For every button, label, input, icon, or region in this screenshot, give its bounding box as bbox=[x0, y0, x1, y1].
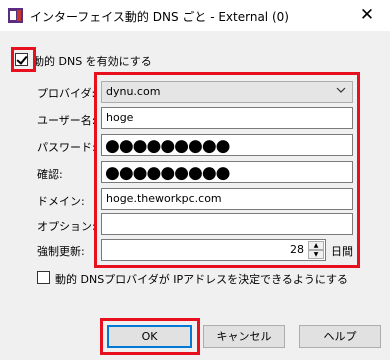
provider-value: dynu.com bbox=[106, 85, 161, 98]
close-icon[interactable]: ✕ bbox=[344, 0, 390, 31]
provider-ip-checkbox[interactable] bbox=[37, 271, 50, 284]
domain-value: hoge.theworkpc.com bbox=[106, 192, 222, 205]
password-value: ●●●●●●●●● bbox=[105, 136, 231, 156]
chevron-down-icon bbox=[336, 87, 346, 93]
username-field[interactable]: hoge bbox=[101, 107, 353, 129]
username-label: ユーザー名: bbox=[37, 114, 96, 127]
options-field[interactable] bbox=[101, 213, 353, 235]
help-button[interactable]: ヘルプ bbox=[299, 325, 381, 348]
force-update-value: 28 bbox=[290, 243, 304, 256]
force-update-label: 強制更新: bbox=[37, 245, 85, 258]
spin-buttons: ▲ ▼ bbox=[308, 241, 324, 259]
password-field[interactable]: ●●●●●●●●● bbox=[101, 134, 353, 156]
confirm-label: 確認: bbox=[37, 168, 63, 181]
domain-field[interactable]: hoge.theworkpc.com bbox=[101, 188, 353, 210]
window-title: インターフェイス動的 DNS ごと - External (0) bbox=[30, 10, 289, 24]
app-icon bbox=[8, 8, 23, 23]
domain-label: ドメイン: bbox=[37, 195, 85, 208]
options-label: オプション: bbox=[37, 220, 96, 233]
provider-select[interactable]: dynu.com bbox=[101, 81, 353, 103]
password-label: パスワード: bbox=[37, 141, 96, 154]
title-bar: インターフェイス動的 DNS ごと - External (0) ✕ bbox=[0, 0, 390, 31]
confirm-password-field[interactable]: ●●●●●●●●● bbox=[101, 161, 353, 183]
confirm-value: ●●●●●●●●● bbox=[105, 163, 231, 183]
provider-ip-label: 動的 DNSプロバイダが IPアドレスを決定できるようにする bbox=[55, 273, 348, 286]
username-value: hoge bbox=[106, 111, 134, 124]
cancel-button[interactable]: キャンセル bbox=[203, 325, 285, 348]
force-update-spinbox[interactable]: 28 ▲ ▼ bbox=[101, 239, 326, 261]
enable-dynamic-dns-checkbox[interactable] bbox=[15, 53, 28, 66]
provider-label: プロバイダ: bbox=[37, 87, 96, 100]
ok-button[interactable]: OK bbox=[107, 325, 192, 348]
spin-down-icon[interactable]: ▼ bbox=[308, 250, 324, 259]
force-update-unit: 日間 bbox=[331, 245, 353, 258]
enable-dynamic-dns-label: 動的 DNS を有効にする bbox=[33, 55, 152, 68]
spin-up-icon[interactable]: ▲ bbox=[308, 241, 324, 250]
